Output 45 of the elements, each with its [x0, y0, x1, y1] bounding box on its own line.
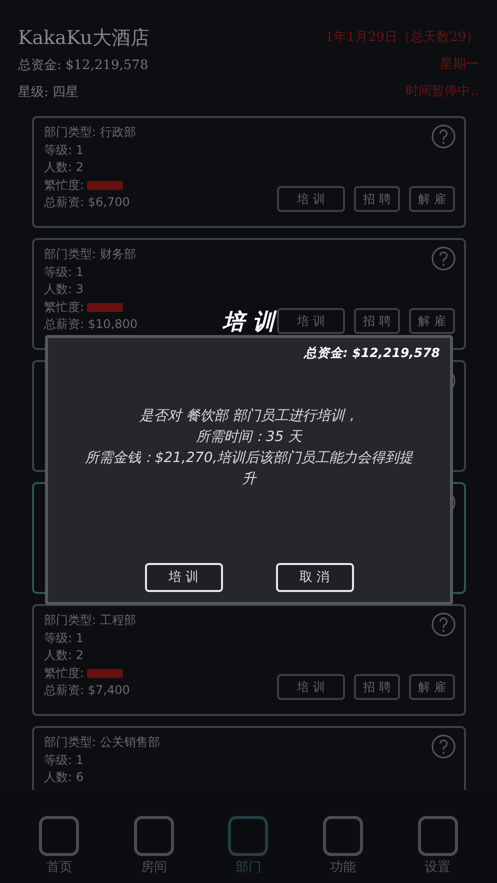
busy-bar [87, 668, 124, 678]
department-button[interactable]: 解 雇 [409, 186, 455, 212]
department-info: 部门类型: 公关销售部 [44, 734, 160, 751]
busy-bar [87, 302, 124, 312]
time-status: 时间暂停中.. [404, 83, 479, 101]
department-info: 等级: 1 [44, 630, 84, 646]
department-button[interactable]: 解 雇 [409, 674, 455, 700]
date-text: 1年1月29日（总天数29） [325, 29, 479, 47]
department-button[interactable]: 培 训 [277, 308, 345, 334]
department-info: 部门类型: 行政部 [44, 124, 136, 141]
department-info: 繁忙度: [44, 664, 84, 682]
dialog-button[interactable]: 培 训 [144, 563, 222, 592]
department-info: 总薪资: $10,800 [44, 316, 138, 333]
dialog-funds: 总资金: $12,219,578 [302, 344, 440, 362]
department-info: 等级: 1 [44, 752, 84, 768]
dialog-button[interactable]: 取 消 [276, 563, 354, 592]
help-icon[interactable] [431, 124, 456, 149]
funds-text: 总资金: $12,219,578 [18, 57, 150, 75]
department-info: 总薪资: $6,700 [44, 194, 130, 211]
department-info: 等级: 1 [44, 142, 84, 158]
help-icon[interactable] [431, 612, 456, 637]
department-info: 人数: 3 [44, 281, 84, 298]
weekday-text: 星期一 [439, 56, 479, 74]
department-button[interactable]: 培 训 [277, 674, 345, 700]
dialog-message: 是否对 餐饮部 部门员工进行培训， [140, 406, 358, 426]
department-button[interactable]: 招 聘 [354, 186, 400, 212]
department-button[interactable]: 培 训 [277, 186, 345, 212]
hotel-name: KakaKu大酒店 [18, 26, 150, 51]
department-info: 等级: 1 [44, 264, 84, 280]
help-icon[interactable] [431, 734, 456, 759]
department-info: 总薪资: $7,400 [44, 682, 130, 699]
department-button[interactable]: 招 聘 [354, 674, 400, 700]
dialog-title: 培 训 [222, 306, 274, 339]
dialog-message: 所需时间：35 天 [196, 428, 302, 447]
department-info: 部门类型: 财务部 [44, 246, 136, 263]
department-info: 人数: 2 [44, 647, 84, 664]
department-info: 繁忙度: [44, 298, 84, 316]
department-info: 部门类型: 工程部 [44, 612, 136, 629]
department-info: 人数: 2 [44, 159, 84, 176]
help-icon[interactable] [431, 246, 456, 271]
busy-bar [87, 180, 124, 190]
department-info: 繁忙度: [44, 176, 84, 194]
dialog-message: 所需金钱：$21,270,培训后该部门员工能力会得到提升 [84, 448, 414, 489]
hotel-grade-text: 星级: 四星 [18, 84, 80, 102]
department-info: 人数: 6 [44, 769, 84, 786]
